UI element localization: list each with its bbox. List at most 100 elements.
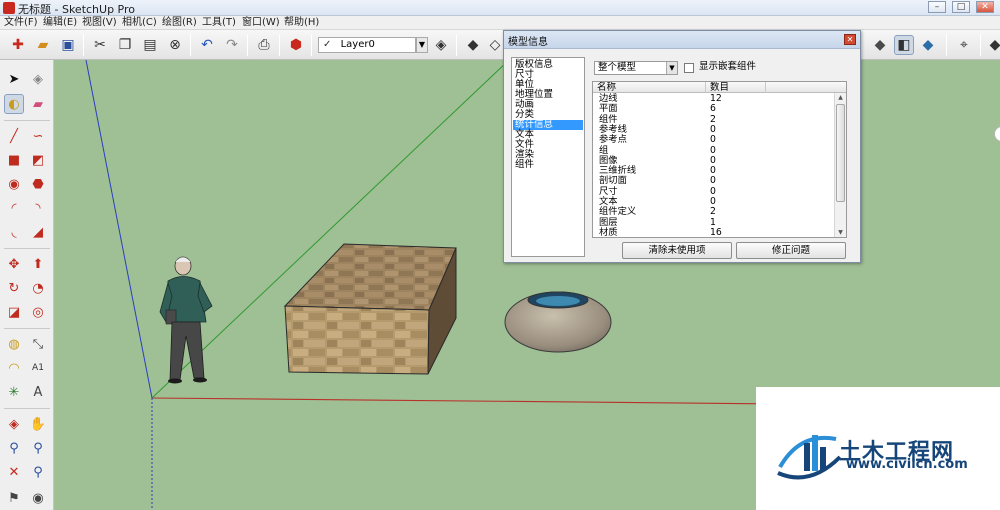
menu-bar: 文件(F) 编辑(E) 视图(V) 相机(C) 绘图(R) 工具(T) 窗口(W… xyxy=(0,16,1000,30)
redo-icon[interactable]: ↷ xyxy=(222,35,242,55)
table-scrollbar[interactable]: ▲ ▼ xyxy=(834,93,846,237)
dialog-titlebar[interactable]: 模型信息 ✕ xyxy=(504,31,860,49)
freehand-icon[interactable]: ∽ xyxy=(28,126,48,146)
print-icon[interactable]: ⎙ xyxy=(254,35,274,55)
scale-figure-person[interactable] xyxy=(159,256,213,384)
rectangle-icon[interactable]: ■ xyxy=(4,150,24,170)
xray-style-icon[interactable]: ◆ xyxy=(463,35,483,55)
layer-dropdown-icon[interactable]: ▼ xyxy=(416,37,428,53)
scope-select[interactable]: 整个模型 ▼ xyxy=(594,61,678,75)
follow-me-icon[interactable]: ◔ xyxy=(28,278,48,298)
textured-style-icon[interactable]: ◆ xyxy=(918,35,938,55)
fix-problems-button[interactable]: 修正问题 xyxy=(736,242,846,259)
copy-icon[interactable]: ❐ xyxy=(115,35,135,55)
maximize-button[interactable]: □ xyxy=(952,1,970,13)
polygon-icon[interactable]: ⬣ xyxy=(28,174,48,194)
show-nested-label: 显示嵌套组件 xyxy=(699,61,757,72)
erase-icon[interactable]: ⊗ xyxy=(165,35,185,55)
palette-divider xyxy=(4,408,50,409)
palette-divider xyxy=(4,248,50,249)
menu-tools[interactable]: 工具(T) xyxy=(202,16,236,30)
axes-icon[interactable]: ✳ xyxy=(4,382,24,402)
menu-camera[interactable]: 相机(C) xyxy=(122,16,157,30)
walk-icon[interactable]: ⚑ xyxy=(4,488,24,508)
make-component-icon[interactable]: ◈ xyxy=(28,69,48,89)
paste-icon[interactable]: ▤ xyxy=(140,35,160,55)
rotate-icon[interactable]: ↻ xyxy=(4,278,24,298)
scroll-up-icon[interactable]: ▲ xyxy=(836,93,845,102)
stone-block-model[interactable] xyxy=(283,243,457,375)
push-pull-icon[interactable]: ⬆ xyxy=(28,254,48,274)
wireframe-style-icon[interactable]: ◇ xyxy=(485,35,505,55)
toolbar-divider xyxy=(946,34,947,56)
scale-icon[interactable]: ◪ xyxy=(4,302,24,322)
layer-manager-icon[interactable]: ◈ xyxy=(431,35,451,55)
overflow-tool-icon[interactable]: ◆ xyxy=(985,35,1000,55)
offset-icon[interactable]: ◎ xyxy=(28,302,48,322)
statistics-table: 名称 数目 边线 12 平面 6 组件 2 参考线 0 参考点 0 组0 图像 0 三维折线… xyxy=(592,81,847,238)
paint-bucket-icon[interactable]: ◐ xyxy=(4,94,24,114)
rotated-rectangle-icon[interactable]: ◩ xyxy=(28,150,48,170)
eraser-icon[interactable]: ▰ xyxy=(28,94,48,114)
zoom-window-icon[interactable]: ⚲ xyxy=(28,438,48,458)
position-camera-icon[interactable]: ⌖ xyxy=(954,35,974,55)
cut-icon[interactable]: ✂ xyxy=(90,35,110,55)
menu-window[interactable]: 窗口(W) xyxy=(242,16,280,30)
scrollbar-thumb[interactable] xyxy=(836,104,845,202)
model-info-dialog: 模型信息 ✕ 版权信息 尺寸 单位 地理位置 动画 分类 统计信息 文本 文件 … xyxy=(503,30,861,263)
orbit-icon[interactable]: ◈ xyxy=(4,414,24,434)
scope-select-value: 整个模型 xyxy=(598,62,637,73)
column-header-count[interactable]: 数目 xyxy=(706,82,766,93)
move-icon[interactable]: ✥ xyxy=(4,254,24,274)
undo-icon[interactable]: ↶ xyxy=(197,35,217,55)
tape-measure-icon[interactable]: ◍ xyxy=(4,334,24,354)
menu-draw[interactable]: 绘图(R) xyxy=(162,16,197,30)
menu-edit[interactable]: 编辑(E) xyxy=(43,16,77,30)
circle-icon[interactable]: ◉ xyxy=(4,174,24,194)
zoom-extents-icon[interactable]: ✕ xyxy=(4,462,24,482)
arc-icon[interactable]: ◜ xyxy=(4,198,24,218)
two-point-arc-icon[interactable]: ◝ xyxy=(28,198,48,218)
text-tool-icon[interactable]: A1 xyxy=(28,358,48,378)
open-folder-icon[interactable]: ▰ xyxy=(33,35,53,55)
protractor-icon[interactable]: ◠ xyxy=(4,358,24,378)
pie-icon[interactable]: ◢ xyxy=(28,222,48,242)
row-name: 参考点 xyxy=(599,134,627,146)
three-point-arc-icon[interactable]: ◟ xyxy=(4,222,24,242)
new-file-icon[interactable]: ✚ xyxy=(8,35,28,55)
menu-help[interactable]: 帮助(H) xyxy=(284,16,319,30)
pan-hand-icon[interactable]: ✋ xyxy=(28,414,48,434)
menu-file[interactable]: 文件(F) xyxy=(4,16,38,30)
zoom-icon[interactable]: ⚲ xyxy=(4,438,24,458)
row-count: 16 xyxy=(710,226,722,238)
layer-name: Layer0 xyxy=(340,39,375,50)
select-arrow-icon[interactable]: ➤ xyxy=(4,69,24,89)
hidden-line-style-icon[interactable]: ◆ xyxy=(870,35,890,55)
shaded-style-icon[interactable]: ◧ xyxy=(894,35,914,55)
dialog-title: 模型信息 xyxy=(508,37,548,48)
minimize-button[interactable]: – xyxy=(928,1,946,13)
dialog-close-button[interactable]: ✕ xyxy=(844,34,856,45)
3d-text-icon[interactable]: A xyxy=(28,382,48,402)
close-button[interactable]: ✕ xyxy=(976,1,994,13)
scroll-down-icon[interactable]: ▼ xyxy=(836,228,845,237)
layer-select[interactable]: ✓ Layer0 xyxy=(318,37,416,53)
toolbar-divider xyxy=(190,34,191,56)
row-name: 组件定义 xyxy=(599,206,637,218)
row-name: 材质 xyxy=(599,226,618,238)
previous-view-icon[interactable]: ⚲ xyxy=(28,462,48,482)
dimension-icon[interactable]: ⤡ xyxy=(28,334,48,354)
line-pencil-icon[interactable]: ╱ xyxy=(4,126,24,146)
toolbar-divider xyxy=(279,34,280,56)
purge-unused-button[interactable]: 清除未使用项 xyxy=(622,242,732,259)
menu-view[interactable]: 视图(V) xyxy=(82,16,117,30)
row-name: 组 xyxy=(599,144,609,156)
model-info-icon[interactable]: ⬢ xyxy=(286,35,306,55)
column-header-name[interactable]: 名称 xyxy=(593,82,706,93)
chevron-down-icon: ▼ xyxy=(666,62,677,74)
nav-item-components[interactable]: 组件 xyxy=(515,160,534,170)
show-nested-checkbox[interactable] xyxy=(684,63,694,73)
save-icon[interactable]: ▣ xyxy=(58,35,78,55)
stone-bowl-model[interactable] xyxy=(504,291,612,353)
look-around-icon[interactable]: ◉ xyxy=(28,488,48,508)
